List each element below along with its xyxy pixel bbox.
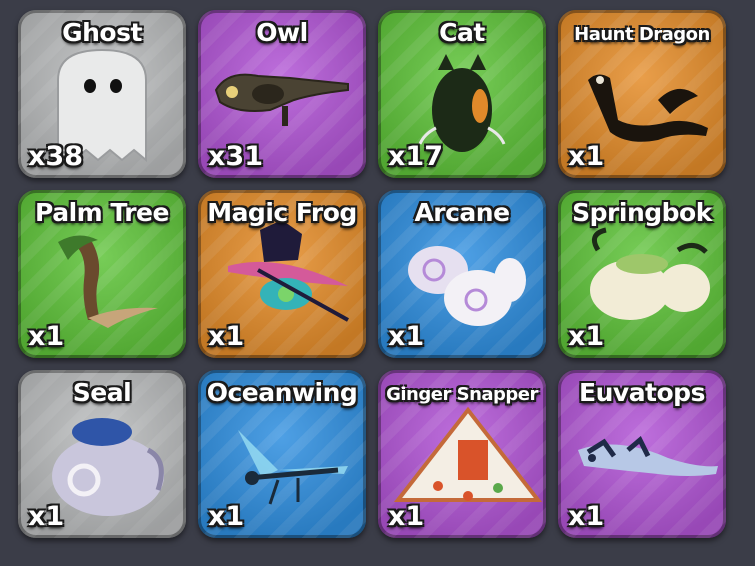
pet-count: x1 [568, 141, 605, 172]
pet-tile-magic-frog[interactable]: Magic Frog x1 [198, 190, 366, 358]
pet-tile-ghost[interactable]: Ghost x38 [18, 10, 186, 178]
pet-name: Springbok [572, 198, 712, 227]
pet-tile-oceanwing[interactable]: Oceanwing x1 [198, 370, 366, 538]
pet-name: Ghost [62, 18, 142, 47]
pet-tile-euvatops[interactable]: Euvatops x1 [558, 370, 726, 538]
pet-count: x1 [208, 501, 245, 532]
pet-name: Euvatops [579, 378, 705, 407]
pet-name: Magic Frog [207, 198, 357, 227]
pet-name: Arcane [414, 198, 510, 227]
pet-name: Oceanwing [206, 378, 358, 407]
pet-name: Haunt Dragon [574, 24, 710, 45]
pet-name: Cat [439, 18, 485, 47]
pet-count: x1 [568, 501, 605, 532]
pet-count: x1 [388, 501, 425, 532]
pet-count: x1 [28, 501, 65, 532]
pet-count: x1 [208, 321, 245, 352]
pet-tile-owl[interactable]: Owl x31 [198, 10, 366, 178]
pet-count: x38 [28, 141, 83, 172]
pet-name: Owl [256, 18, 308, 47]
pet-tile-seal[interactable]: Seal x1 [18, 370, 186, 538]
pet-tile-palm-tree[interactable]: Palm Tree x1 [18, 190, 186, 358]
pet-tile-ginger-snapper[interactable]: Ginger Snapper x1 [378, 370, 546, 538]
pet-count: x1 [28, 321, 65, 352]
pet-name: Palm Tree [35, 198, 169, 227]
pet-count: x17 [388, 141, 443, 172]
pet-inventory-grid: Ghost x38 Owl x31 Cat x17 Haunt Dragon x… [18, 10, 738, 550]
pet-tile-springbok[interactable]: Springbok x1 [558, 190, 726, 358]
pet-count: x1 [388, 321, 425, 352]
pet-tile-haunt-dragon[interactable]: Haunt Dragon x1 [558, 10, 726, 178]
pet-count: x1 [568, 321, 605, 352]
pet-name: Ginger Snapper [386, 384, 538, 405]
pet-count: x31 [208, 141, 263, 172]
pet-name: Seal [72, 378, 132, 407]
pet-tile-arcane[interactable]: Arcane x1 [378, 190, 546, 358]
pet-tile-cat[interactable]: Cat x17 [378, 10, 546, 178]
